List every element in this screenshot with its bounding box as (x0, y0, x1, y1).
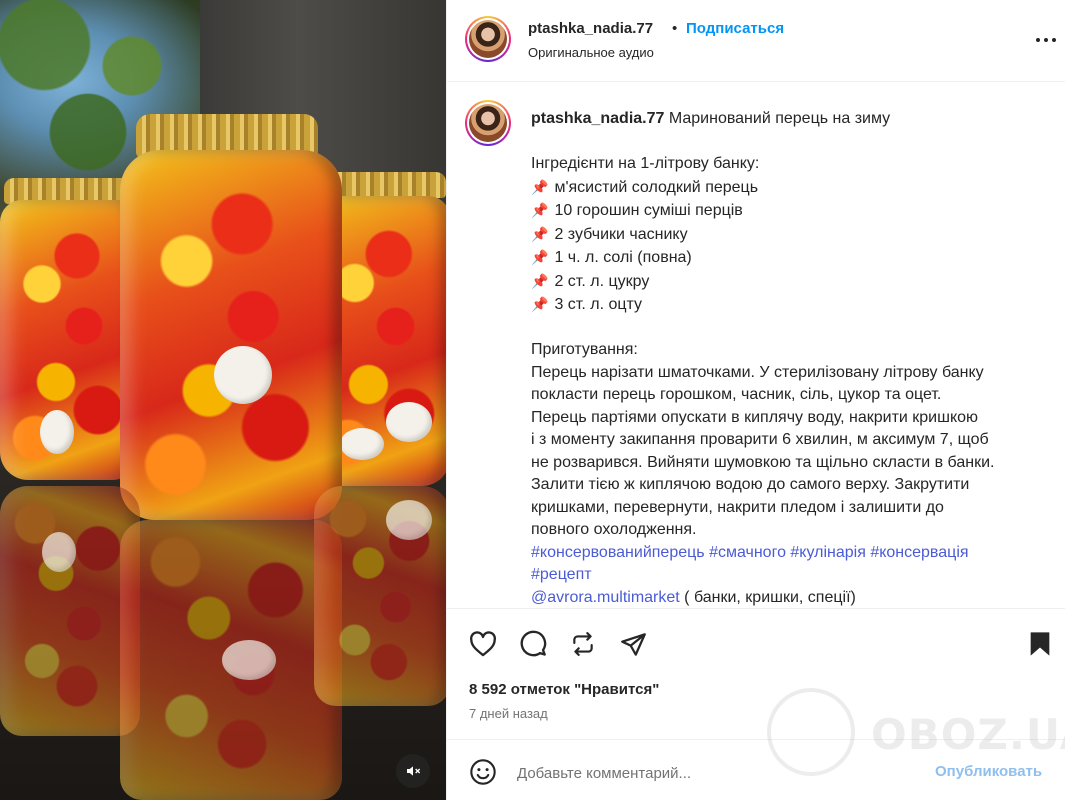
caption-text: ptashka_nadia.77 Маринований перець на з… (531, 108, 1046, 609)
author-username[interactable]: ptashka_nadia.77 (528, 20, 653, 37)
garlic-clove-reflection (386, 500, 432, 540)
jar-center (120, 150, 342, 520)
ingredient-item: 📌 10 горошин суміші перців (531, 202, 743, 219)
post-caption: ptashka_nadia.77 Маринований перець на з… (447, 84, 1065, 608)
garlic-clove (214, 346, 272, 404)
emoji-button[interactable] (469, 758, 497, 786)
emoji-icon (470, 759, 496, 785)
mention-link[interactable]: @avrora.multimarket (531, 589, 680, 606)
garlic-clove-reflection (42, 532, 76, 572)
avatar-image (469, 104, 507, 142)
garlic-clove (340, 428, 384, 460)
repost-icon (573, 632, 593, 656)
pushpin-icon: 📌 (531, 249, 549, 265)
comment-button[interactable] (517, 628, 549, 660)
garlic-clove (40, 410, 74, 454)
ingredient-item: 📌 1 ч. л. солі (повна) (531, 249, 692, 266)
more-options-button[interactable] (1034, 30, 1058, 50)
pushpin-icon: 📌 (531, 272, 549, 289)
bookmark-icon (1030, 632, 1050, 656)
publish-button[interactable]: Опубликовать (935, 763, 1042, 780)
method-line: і з моменту закипання проварити 6 хвилин… (531, 431, 989, 448)
method-line: покласти перець горошком, часник, сіль, … (531, 386, 942, 403)
comment-composer: Опубликовать (447, 741, 1065, 800)
ingredient-item: 📌 3 ст. л. оцту (531, 296, 643, 313)
like-button[interactable] (467, 628, 499, 660)
avatar[interactable] (465, 16, 511, 62)
ingredient-item: 📌 2 зубчики часнику (531, 225, 688, 243)
send-icon (620, 632, 646, 656)
mention-suffix: ( банки, кришки, спеції) (679, 588, 856, 606)
ingredients-heading: Інгредієнти на 1-літрову банку: (531, 155, 760, 172)
share-button[interactable] (617, 628, 649, 660)
avatar-image (469, 20, 507, 58)
more-icon (1036, 38, 1056, 42)
garlic-clove-reflection (222, 640, 276, 680)
mention-line: @avrora.multimarket ( банки, кришки, спе… (531, 587, 1046, 610)
separator-dot: • (672, 20, 678, 37)
method-line: Залити тією ж киплячою водою до самого в… (531, 476, 970, 493)
caption-title-line: ptashka_nadia.77 Маринований перець на з… (531, 108, 1046, 131)
heart-icon (470, 631, 496, 657)
garlic-clove (386, 402, 432, 442)
method-line: кришками, перевернути, накрити пледом і … (531, 498, 944, 516)
method-heading: Приготування: (531, 341, 638, 358)
hashtag-link[interactable]: #рецепт (531, 564, 1046, 587)
caption-username[interactable]: ptashka_nadia.77 (531, 110, 664, 127)
caption-avatar[interactable] (465, 100, 511, 146)
post-timestamp[interactable]: 7 дней назад (469, 706, 548, 721)
method-line: повного охолодження. (531, 521, 697, 538)
hashtags-link[interactable]: #консервованийперець #смачного #кулінарі… (531, 542, 1046, 565)
method-line: не розварився. Вийняти шумовкою та щільн… (531, 453, 995, 471)
likes-count[interactable]: 8 592 отметок "Нравится" (469, 681, 659, 698)
follow-button[interactable]: Подписаться (686, 20, 784, 37)
ingredient-item: 📌 2 ст. л. цукру (531, 272, 650, 290)
muted-speaker-icon (407, 766, 421, 776)
comment-icon (520, 630, 547, 657)
pushpin-icon: 📌 (531, 225, 549, 242)
method-line: Перець партіями опускати в киплячу воду,… (531, 408, 979, 426)
post-media[interactable] (0, 0, 446, 800)
ingredient-item: 📌 м'ясистий солодкий перець (531, 178, 759, 196)
repost-button[interactable] (567, 628, 599, 660)
pushpin-icon: 📌 (531, 202, 549, 218)
mute-button[interactable] (396, 754, 430, 788)
caption-title: Маринований перець на зиму (668, 110, 891, 127)
post-header: ptashka_nadia.77 • Подписаться Оригиналь… (447, 0, 1065, 82)
pushpin-icon: 📌 (531, 296, 549, 312)
save-button[interactable] (1024, 628, 1056, 660)
pushpin-icon: 📌 (531, 178, 549, 195)
comment-input[interactable] (517, 761, 917, 785)
method-line: Перець нарізати шматочками. У стерилізов… (531, 363, 984, 381)
post-sidebar: ptashka_nadia.77 • Подписаться Оригиналь… (446, 0, 1065, 800)
jar-reflection-left (0, 486, 140, 736)
audio-label[interactable]: Оригинальное аудио (528, 45, 654, 60)
